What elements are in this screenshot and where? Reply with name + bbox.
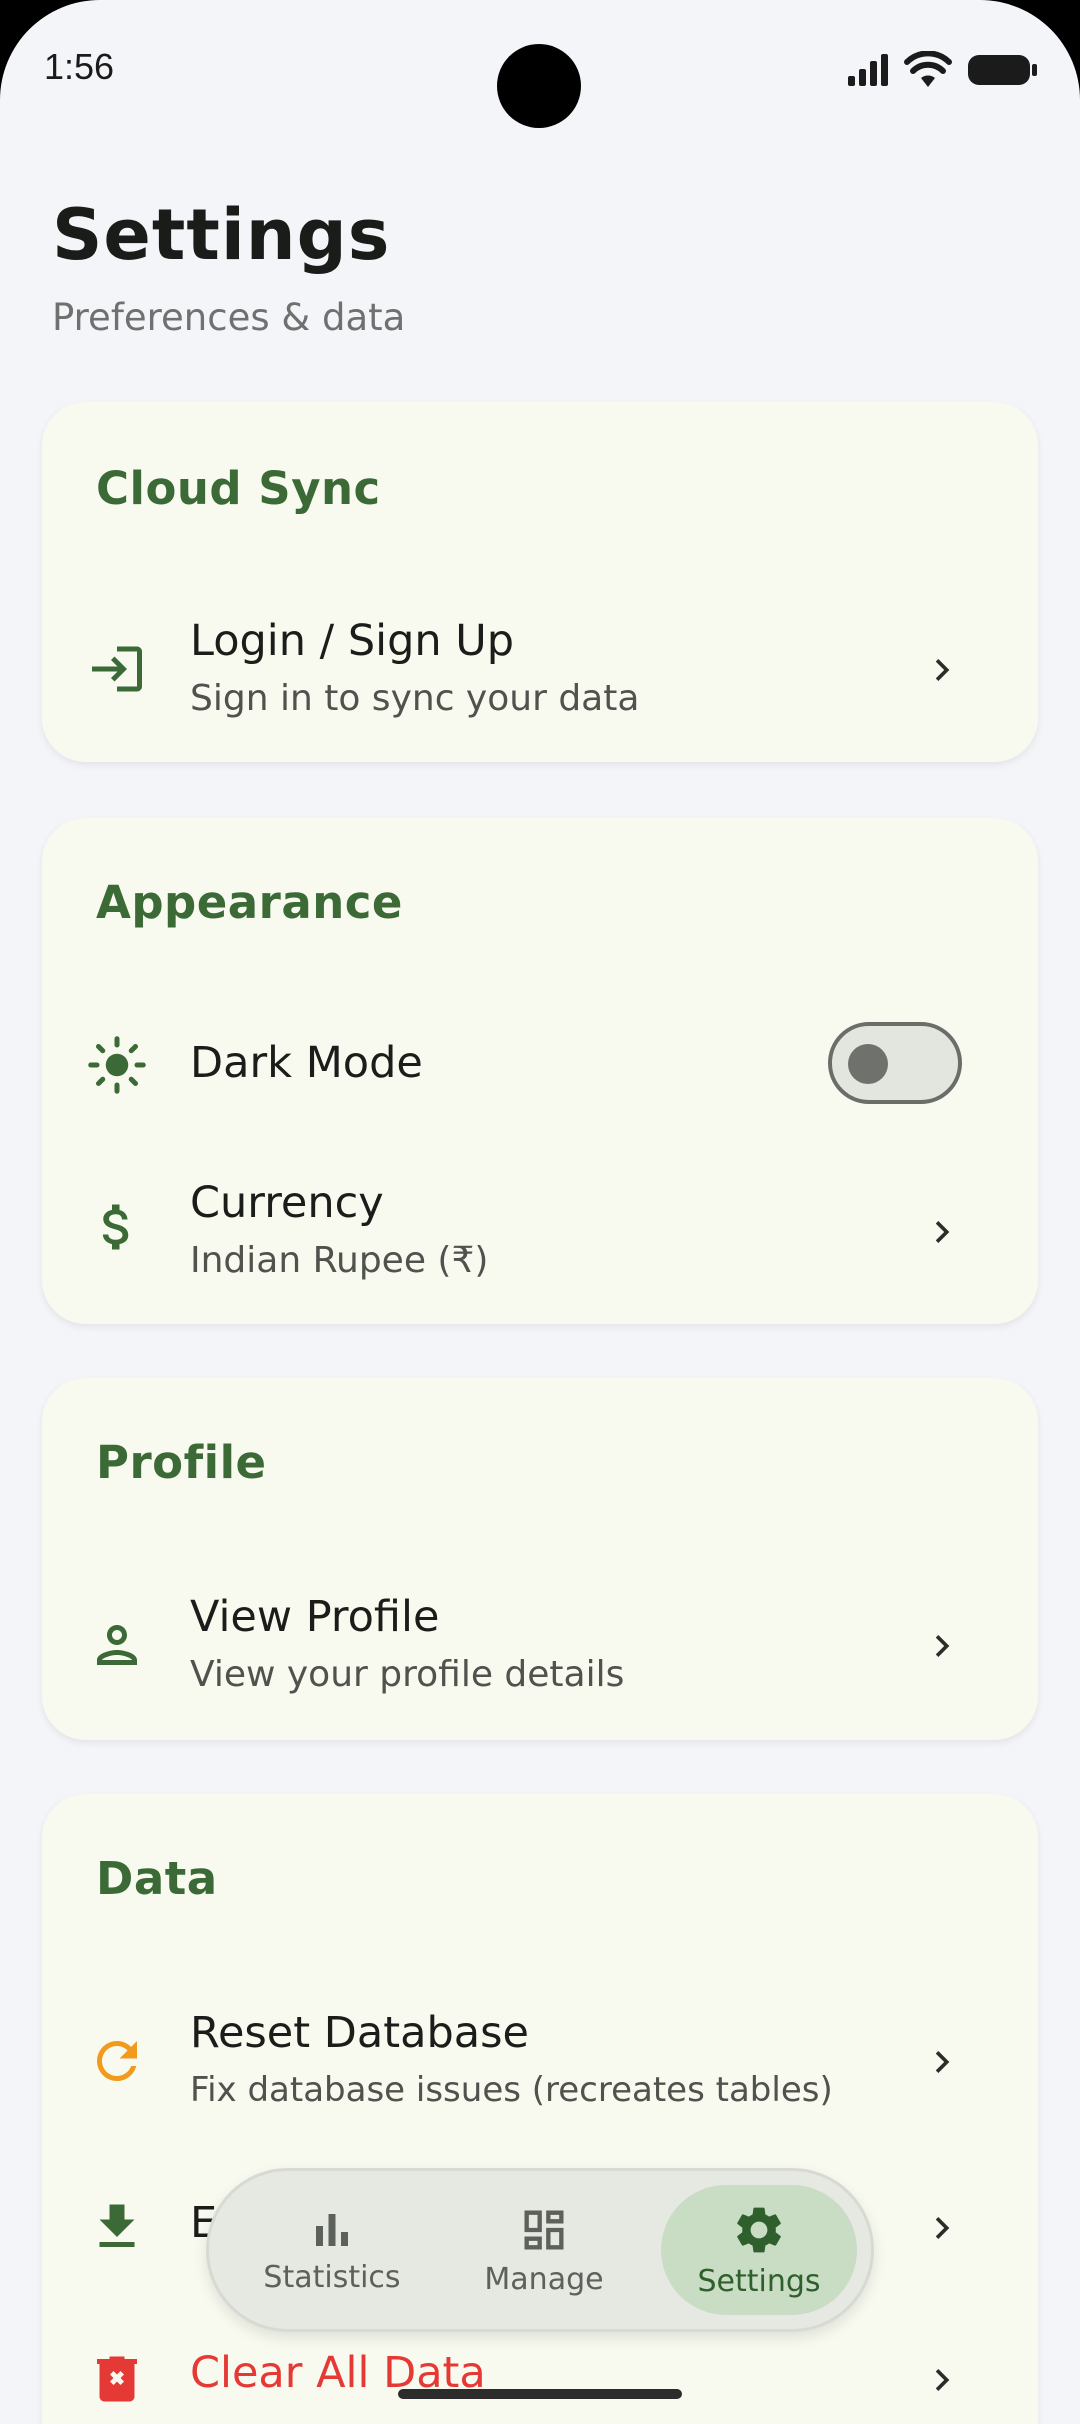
chevron-right-icon [935,2051,950,2073]
dark-mode-toggle[interactable] [828,1022,962,1104]
chevron-right-icon [935,1635,950,1657]
nav-manage[interactable]: Manage [461,2185,627,2315]
chevron-right-icon [935,2217,950,2239]
chevron-right-icon [935,1221,950,1243]
view-profile-label: View Profile [190,1592,440,1642]
cloud-sync-title: Cloud Sync [96,462,381,515]
dashboard-icon [524,2210,564,2249]
appearance-card: Appearance Dark Mode Currency Indian Rup… [42,818,1038,1324]
bottom-navigation: Statistics Manage Settings [206,2168,874,2332]
page-header: Settings Preferences & data [52,194,405,339]
login-icon [84,636,150,702]
cloud-sync-card: Cloud Sync Login / Sign Up Sign in to sy… [42,402,1038,762]
login-signup-label: Login / Sign Up [190,616,515,666]
data-title: Data [96,1852,218,1905]
delete-icon [84,2346,150,2412]
toggle-knob [848,1044,888,1084]
chevron-right-icon [935,659,950,681]
person-icon [84,1612,150,1678]
dark-mode-label: Dark Mode [190,1038,423,1088]
battery-icon [968,55,1037,85]
page-title: Settings [52,194,391,276]
dollar-icon [84,1194,150,1260]
nav-settings-label: Settings [697,2263,821,2299]
appearance-title: Appearance [96,876,403,929]
reset-database-subtitle: Fix database issues (recreates tables) [190,2070,833,2110]
profile-title: Profile [96,1436,267,1489]
dark-mode-row[interactable]: Dark Mode [42,1004,1038,1124]
currency-row[interactable]: Currency Indian Rupee (₹) [42,1164,1038,1304]
cellular-signal-icon [848,54,888,86]
page-subtitle: Preferences & data [52,296,406,339]
nav-manage-label: Manage [484,2261,604,2297]
camera-cutout [497,44,581,128]
currency-value: Indian Rupee (₹) [190,1240,489,1281]
status-time: 1:56 [44,46,115,87]
reset-database-label: Reset Database [190,2008,529,2058]
reset-database-row[interactable]: Reset Database Fix database issues (recr… [42,1994,1038,2134]
wifi-icon [904,51,952,87]
status-bar: 1:56 [0,0,1080,140]
view-profile-row[interactable]: View Profile View your profile details [42,1578,1038,1718]
status-icons [846,48,1038,92]
clear-all-data-row[interactable]: Clear All Data [42,2324,1038,2424]
nav-statistics[interactable]: Statistics [249,2185,415,2315]
download-icon [84,2194,150,2260]
nav-settings[interactable]: Settings [661,2185,857,2315]
device-screen: 1:56 Settings Preferences & data Cloud S… [0,0,1080,2424]
login-signup-subtitle: Sign in to sync your data [190,678,640,719]
refresh-icon [84,2028,150,2094]
bar-chart-icon [316,2213,348,2246]
chevron-right-icon [935,2369,950,2391]
nav-statistics-label: Statistics [263,2259,401,2295]
view-profile-subtitle: View your profile details [190,1654,625,1695]
login-signup-row[interactable]: Login / Sign Up Sign in to sync your dat… [42,602,1038,742]
sun-icon [84,1032,150,1098]
home-indicator [398,2389,682,2399]
profile-card: Profile View Profile View your profile d… [42,1378,1038,1740]
gear-icon [737,2207,781,2252]
currency-label: Currency [190,1178,384,1228]
